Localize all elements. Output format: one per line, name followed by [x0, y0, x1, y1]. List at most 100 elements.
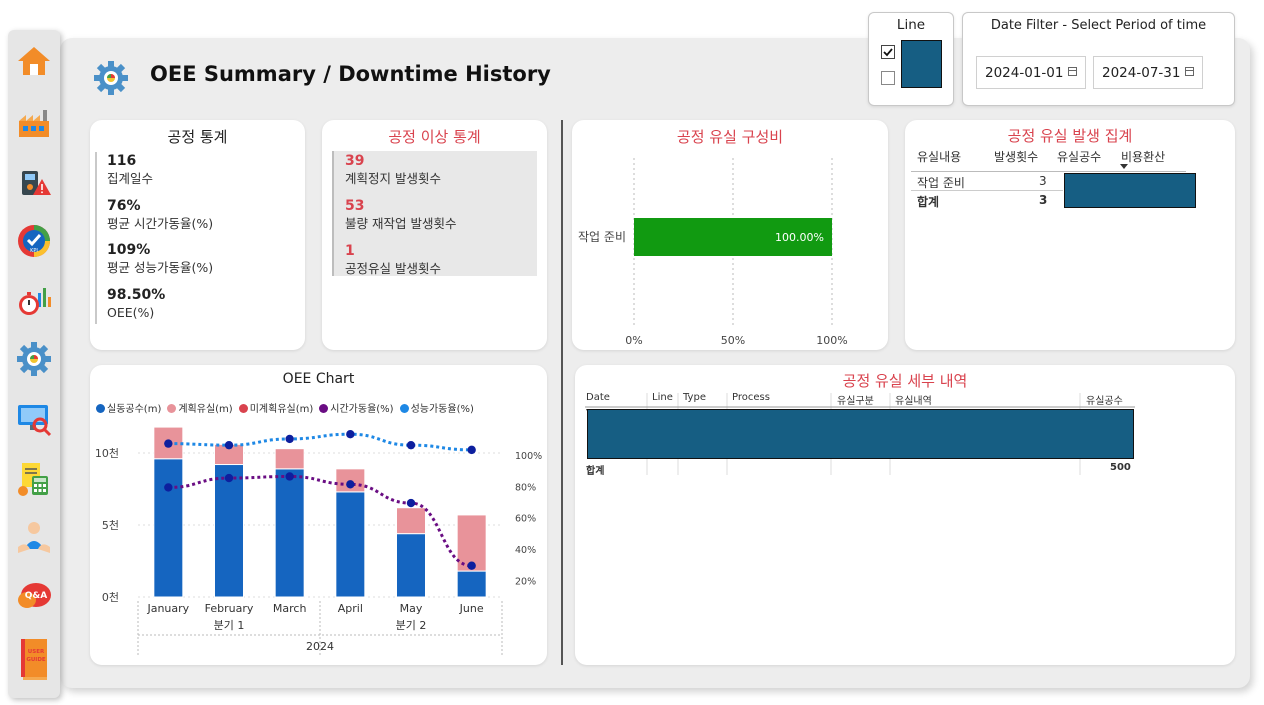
bar-segment: [214, 464, 244, 598]
sort-desc-icon[interactable]: [1120, 164, 1128, 169]
year-label: 2024: [306, 640, 334, 653]
row-divider: [911, 190, 1063, 191]
stat-item: 109% 평균 성능가동율(%): [107, 242, 213, 287]
stat-label: OEE(%): [107, 305, 155, 320]
date-filter: Date Filter - Select Period of time 2024…: [962, 12, 1235, 106]
oee-chart-card: OEE Chart 실동공수(m) 계획유실(m) 미계획유실(m) 시간가동율…: [90, 365, 547, 665]
line-point: [224, 440, 234, 450]
oee-combo-chart: 0천 5천 10천 20% 40% 60% 80% 100% January February Ma…: [95, 426, 542, 655]
col-manhours[interactable]: 유실공수: [1057, 148, 1101, 165]
detail-total-label: 합계: [586, 466, 605, 477]
line-point: [406, 440, 416, 450]
svg-text:KPI: KPI: [30, 248, 38, 254]
quarter-label: 분기 1: [214, 619, 245, 632]
stat-item: 116 집계일수: [107, 153, 213, 198]
line-option-swatch[interactable]: [901, 40, 942, 88]
user-guide-icon[interactable]: USER GUIDE: [15, 636, 53, 682]
stat-item: 98.50% OEE(%): [107, 287, 213, 321]
anomaly-item: 1 공정유실 발생횟수: [345, 243, 456, 277]
row-count: 3: [1039, 174, 1047, 188]
total-label: 합계: [917, 195, 940, 209]
line-point: [467, 561, 476, 570]
bar-segment: [274, 448, 305, 470]
header-divider: [911, 171, 1186, 172]
anomaly-stats-card: 공정 이상 통계 39 계획정지 발생횟수 53 불량 재작업 발생횟수 1 공정유실…: [322, 120, 547, 350]
y-right-tick-label: 80%: [515, 482, 536, 493]
stat-value: 76%: [107, 198, 141, 214]
sidebar: KPI Q&A USER GUIDE: [8, 30, 60, 698]
anomaly-value: 53: [345, 198, 365, 214]
data-label: 100.00%: [775, 231, 824, 244]
calendar-icon[interactable]: [1068, 67, 1077, 76]
home-icon[interactable]: [15, 42, 53, 80]
line-checkbox-unchecked[interactable]: [881, 71, 895, 85]
x-tick-label: 50%: [721, 334, 745, 347]
anomaly-label: 공정유실 발생횟수: [345, 261, 441, 276]
process-stats-title: 공정 통계: [167, 128, 228, 146]
total-count: 3: [1039, 193, 1048, 207]
monitor-search-icon[interactable]: [15, 400, 53, 438]
x-tick-label: June: [459, 602, 484, 615]
col-cost[interactable]: 비용환산: [1121, 148, 1165, 165]
col-loss-name[interactable]: 유실내용: [917, 148, 961, 165]
line-point: [346, 480, 355, 489]
y-left-tick-label: 5천: [102, 518, 119, 532]
anomaly-stats-title: 공정 이상 통계: [388, 128, 481, 146]
bar-segment: [335, 491, 366, 598]
x-tick-label: February: [205, 602, 254, 615]
process-stats-card: 공정 통계 116 집계일수 76% 평균 시간가동율(%) 109% 평균 성능가동…: [90, 120, 305, 350]
stat-item: 76% 평균 시간가동율(%): [107, 198, 213, 242]
stopwatch-chart-icon[interactable]: [15, 280, 53, 318]
line-checkbox-checked[interactable]: [881, 45, 895, 59]
row-loss-name: 작업 준비: [917, 176, 965, 190]
loss-summary-title: 공정 유실 발생 집계: [1007, 127, 1133, 145]
svg-text:GUIDE: GUIDE: [26, 657, 46, 663]
x-tick-label: April: [338, 602, 363, 615]
bar-segment: [274, 468, 305, 598]
col-count[interactable]: 발생횟수: [994, 148, 1038, 165]
end-date-value: 2024-07-31: [1102, 64, 1181, 81]
anomaly-stats-panel: 39 계획정지 발생횟수 53 불량 재작업 발생횟수 1 공정유실 발생횟수: [332, 151, 537, 276]
calculator-icon[interactable]: [15, 460, 53, 498]
stat-value: 116: [107, 153, 137, 169]
line-filter: Line: [868, 12, 954, 106]
calendar-icon[interactable]: [1185, 67, 1194, 76]
y-right-tick-label: 20%: [515, 576, 536, 587]
stat-label: 평균 시간가동율(%): [107, 216, 214, 231]
machine-alert-icon[interactable]: [15, 163, 53, 201]
detail-total-value: 500: [1110, 462, 1131, 473]
start-date-value: 2024-01-01: [985, 64, 1064, 81]
line-point: [346, 430, 355, 439]
stat-divider: [95, 152, 97, 324]
bar-segment: [396, 533, 426, 598]
loss-summary-card: 공정 유실 발생 집계 유실내용 발생횟수 유실공수 비용환산 작업 준비 3 …: [905, 120, 1235, 350]
page-gear-icon: [93, 60, 129, 96]
qa-icon[interactable]: Q&A: [15, 578, 53, 616]
anomaly-stats-list: 39 계획정지 발생횟수 53 불량 재작업 발생횟수 1 공정유실 발생횟수: [345, 153, 456, 277]
y-left-tick-label: 0천: [102, 590, 119, 604]
x-tick-label: January: [146, 602, 189, 615]
series-line: [168, 432, 472, 452]
end-date-input[interactable]: 2024-07-31: [1093, 56, 1203, 89]
redacted-value-block: [1064, 173, 1196, 208]
anomaly-label: 불량 재작업 발생횟수: [345, 216, 457, 231]
svg-text:USER: USER: [28, 649, 45, 655]
line-point: [467, 445, 476, 455]
stat-value: 98.50%: [107, 287, 166, 303]
stat-label: 집계일수: [107, 171, 154, 186]
loss-composition-card: 공정 유실 구성비 0% 50% 100% 작업 준비 100.00%: [572, 120, 888, 350]
x-tick-label: May: [400, 602, 423, 615]
start-date-input[interactable]: 2024-01-01: [976, 56, 1086, 89]
section-separator: [561, 120, 563, 665]
stat-label: 평균 성능가동율(%): [107, 260, 214, 275]
line-point: [164, 483, 173, 492]
kpi-icon[interactable]: KPI: [15, 222, 53, 260]
stat-value: 109%: [107, 242, 151, 258]
gear-icon[interactable]: [15, 340, 53, 378]
bar-segment: [153, 458, 184, 598]
factory-icon[interactable]: [15, 104, 53, 142]
loss-composition-chart: 0% 50% 100% 작업 준비 100.00%: [578, 158, 848, 347]
y-right-tick-label: 60%: [515, 514, 536, 525]
person-icon[interactable]: [15, 518, 53, 556]
bar-segment: [456, 570, 487, 598]
